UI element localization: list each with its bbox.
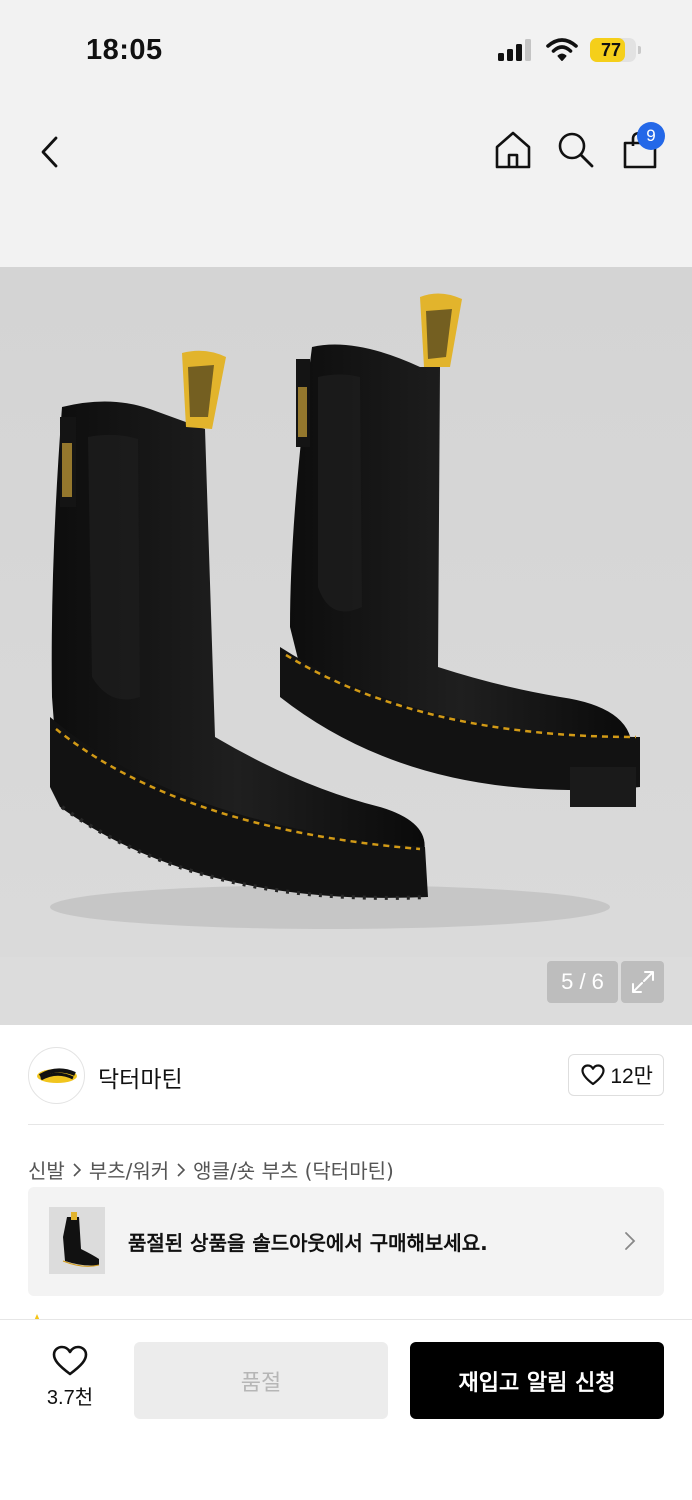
brand-row[interactable]: 닥터마틴 12만 bbox=[28, 1046, 664, 1106]
chevron-right-icon bbox=[72, 1162, 82, 1177]
home-icon bbox=[495, 131, 531, 169]
brand-like-button[interactable]: 12만 bbox=[568, 1054, 664, 1096]
product-image-boots bbox=[0, 267, 692, 957]
expand-image-button[interactable] bbox=[621, 961, 664, 1003]
cellular-signal-icon bbox=[498, 39, 531, 61]
soldout-product-thumbnail bbox=[49, 1207, 105, 1274]
chevron-left-icon bbox=[41, 136, 58, 168]
battery-indicator: 77 bbox=[590, 38, 641, 62]
battery-cap bbox=[638, 46, 641, 54]
wishlist-button[interactable]: 3.7천 bbox=[30, 1345, 110, 1417]
soldout-banner-text: 품절된 상품을 솔드아웃에서 구매해보세요. bbox=[128, 1231, 488, 1255]
wishlist-count: 3.7천 bbox=[46, 1387, 94, 1409]
cart-count-badge: 9 bbox=[637, 122, 665, 150]
cart-button[interactable]: 9 bbox=[615, 122, 665, 176]
back-button[interactable] bbox=[24, 126, 76, 178]
image-page-indicator: 5 / 6 bbox=[547, 961, 618, 1003]
dr-martens-logo-icon bbox=[36, 1068, 77, 1083]
bottom-action-bar: 3.7천 품절 재입고 알림 신청 bbox=[0, 1319, 692, 1500]
section-divider bbox=[28, 1124, 664, 1125]
heart-icon bbox=[581, 1064, 605, 1086]
breadcrumb-item-ankle-boots[interactable]: 앵클/숏 부츠 (닥터마틴) bbox=[193, 1155, 394, 1184]
chevron-right-icon bbox=[620, 1227, 640, 1255]
brand-name[interactable]: 닥터마틴 bbox=[98, 1060, 183, 1094]
breadcrumb-item-shoes[interactable]: 신발 bbox=[28, 1155, 65, 1184]
status-indicators: 77 bbox=[498, 38, 641, 62]
battery-percent: 77 bbox=[600, 40, 622, 60]
breadcrumb-item-boots[interactable]: 부츠/워커 bbox=[89, 1155, 169, 1184]
soldout-button: 품절 bbox=[134, 1342, 388, 1419]
restock-alert-button[interactable]: 재입고 알림 신청 bbox=[410, 1342, 664, 1419]
product-image-gallery[interactable]: 5 / 6 bbox=[0, 267, 692, 1025]
search-button[interactable] bbox=[551, 124, 601, 176]
status-bar: 18:05 77 bbox=[0, 0, 692, 100]
breadcrumb: 신발 부츠/워커 앵클/숏 부츠 (닥터마틴) bbox=[28, 1155, 394, 1184]
wifi-icon bbox=[546, 38, 578, 61]
heart-icon bbox=[52, 1345, 88, 1376]
top-nav-bar: 9 bbox=[0, 100, 692, 267]
soldout-promo-banner[interactable]: 품절된 상품을 솔드아웃에서 구매해보세요. bbox=[28, 1187, 664, 1296]
search-icon bbox=[558, 132, 594, 168]
brand-logo[interactable] bbox=[28, 1047, 85, 1104]
home-button[interactable] bbox=[488, 124, 538, 176]
chevron-right-icon bbox=[176, 1162, 186, 1177]
expand-icon bbox=[631, 971, 654, 993]
brand-like-count: 12만 bbox=[610, 1065, 653, 1088]
status-time: 18:05 bbox=[86, 34, 163, 66]
